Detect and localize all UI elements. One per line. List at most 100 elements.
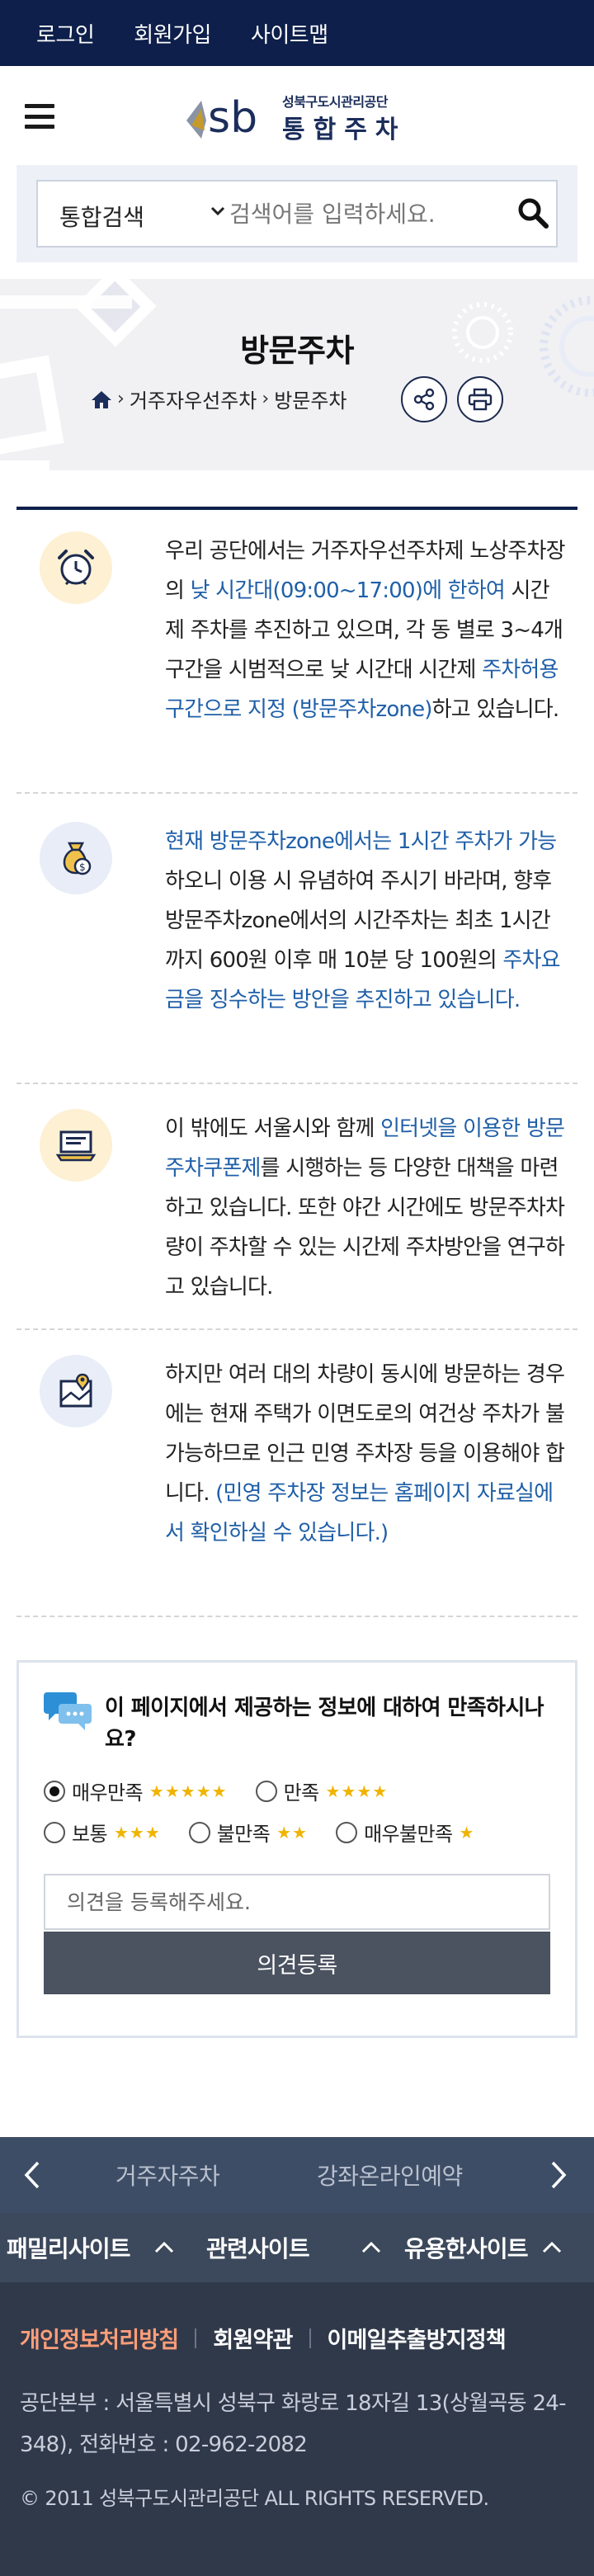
star-rating-icon: ★★★★★ [148,1781,228,1801]
radio-button[interactable] [44,1780,65,1802]
share-button[interactable] [401,376,447,422]
logo-org: 성북구도시관리공단 [282,94,388,110]
signup-link[interactable]: 회원가입 [134,18,211,49]
option-label: 매우불만족 [364,1823,453,1846]
chat-bubbles-icon [44,1692,92,1730]
footer-address: 공단본부 : 서울특별시 성북구 화랑로 18자길 13(상월곡동 24-348… [20,2391,567,2457]
option-very-satisfied[interactable]: 매우만족 ★★★★★ [44,1776,228,1805]
radio-button[interactable] [188,1821,210,1843]
info-item: 하지만 여러 대의 차량이 동시에 방문하는 경우에는 현재 주택가 이면도로의… [16,1330,578,1617]
star-rating-icon: ★★★★ [325,1781,389,1801]
search-box: 통합검색 [36,180,558,248]
page-banner: 방문주차 › 거주자우선주차 › 방문주차 [0,279,594,470]
footer-info: 개인정보처리방침 회원약관 이메일추출방지정책 공단본부 : 서울특별시 성북구… [0,2282,594,2576]
site-logo[interactable]: sb 성북구도시관리공단 통합주차 [183,87,414,145]
option-neutral[interactable]: 보통 ★★★ [44,1818,161,1847]
option-label: 불만족 [216,1823,271,1846]
nav-label: 유용한사이트 [404,2235,529,2262]
star-rating-icon: ★★ [276,1822,309,1842]
related-sites-toggle[interactable]: 관련사이트 [206,2231,382,2264]
breadcrumb: › 거주자우선주차 › 방문주차 [91,385,347,413]
survey-options-row: 매우만족 ★★★★★ 만족 ★★★★ [44,1776,388,1805]
footer-copyright: © 2011 성북구도시관리공단 ALL RIGHTS RESERVED. [20,2487,489,2510]
terms-link[interactable]: 회원약관 [213,2322,293,2354]
sitemap-link[interactable]: 사이트맵 [251,18,328,49]
logo-mark-icon: sb [186,93,257,142]
star-rating-icon: ★★★ [113,1822,161,1842]
survey-options-row: 보통 ★★★ 불만족 ★★ 매우불만족 ★ [44,1818,474,1847]
text-segment: 하오니 이용 시 유념하여 주시기 바라며, 향후 방문주차zone에서의 시간… [165,869,552,973]
info-text: 하지만 여러 대의 차량이 동시에 방문하는 경우에는 현재 주택가 이면도로의… [165,1355,568,1553]
page-title: 방문주차 [240,333,354,369]
survey-question: 이 페이지에서 제공하는 정보에 대하여 만족하시나요? [105,1696,544,1752]
option-satisfied[interactable]: 만족 ★★★★ [255,1776,389,1805]
alarm-clock-icon [40,531,112,604]
divider [309,2328,311,2348]
useful-sites-toggle[interactable]: 유용한사이트 [404,2231,563,2264]
radio-button[interactable] [255,1780,277,1802]
laptop-coupon-icon [40,1109,112,1182]
share-icon [413,388,435,411]
option-very-dissatisfied[interactable]: 매우불만족 ★ [336,1818,474,1847]
banner-decoration [0,279,594,470]
logo-mark-text: sb [208,93,257,142]
search-icon[interactable] [516,196,549,229]
chevron-up-icon [154,2241,173,2253]
print-button[interactable] [457,376,503,422]
text-segment: 이 밖에도 서울시와 함께 [165,1116,381,1141]
footer-site-nav: 패밀리사이트 관련사이트 유용한사이트 [0,2213,594,2282]
menu-icon[interactable] [25,104,54,129]
star-rating-icon: ★ [459,1822,475,1842]
highlight-text: 낮 시간대(09:00~17:00)에 한하여 [190,578,506,603]
breadcrumb-item[interactable]: 거주자우선주차 [130,385,257,413]
search-area: 통합검색 [16,165,578,262]
logo-name: 통합주차 [282,116,407,144]
svg-text:$: $ [79,861,86,873]
nav-label: 패밀리사이트 [7,2235,131,2262]
chevron-up-icon [361,2241,380,2253]
quick-link[interactable]: 강좌온라인예약 [317,2158,463,2191]
opinion-input[interactable] [44,1874,550,1930]
satisfaction-survey: 이 페이지에서 제공하는 정보에 대하여 만족하시나요? 매우만족 ★★★★★ … [16,1660,578,2038]
quick-link[interactable]: 거주자주차 [116,2158,220,2191]
email-policy-link[interactable]: 이메일추출방지정책 [328,2322,507,2354]
footer-quick-slider: 거주자주차 강좌온라인예약 [0,2137,594,2213]
map-pin-icon [40,1355,112,1427]
radio-button[interactable] [44,1821,65,1843]
option-label: 만족 [283,1781,320,1805]
highlight-text: (민영 주차장 정보는 홈페이지 자료실에서 확인하실 수 있습니다.) [165,1481,554,1545]
money-bag-icon: $ [40,822,112,894]
login-link[interactable]: 로그인 [36,18,95,49]
highlight-text: 현재 방문주차zone에서는 1시간 주차가 가능 [165,829,557,854]
info-text: 우리 공단에서는 거주자우선주차제 노상주차장의 낮 시간대(09:00~17:… [165,531,568,729]
chevron-left-icon[interactable] [23,2160,41,2190]
top-utility-bar: 로그인 회원가입 사이트맵 [0,0,594,66]
option-dissatisfied[interactable]: 불만족 ★★ [188,1818,309,1847]
footer-policy-links: 개인정보처리방침 회원약관 이메일추출방지정책 [20,2322,507,2354]
privacy-policy-link[interactable]: 개인정보처리방침 [20,2322,179,2354]
family-sites-toggle[interactable]: 패밀리사이트 [7,2231,175,2264]
site-header: sb 성북구도시관리공단 통합주차 [0,66,594,165]
search-scope-select[interactable]: 통합검색 [59,200,144,233]
search-input[interactable] [229,195,493,233]
printer-icon [468,388,493,411]
breadcrumb-separator: › [262,389,270,409]
info-text: 이 밖에도 서울시와 함께 인터넷을 이용한 방문주차쿠폰제를 시행하는 등 다… [165,1109,568,1307]
divider [195,2328,197,2348]
breadcrumb-separator: › [117,389,125,409]
info-item: 우리 공단에서는 거주자우선주차제 노상주차장의 낮 시간대(09:00~17:… [16,510,578,794]
chevron-right-icon[interactable] [549,2160,568,2190]
text-segment: 하고 있습니다. [431,697,559,722]
home-icon[interactable] [91,389,112,409]
info-item: 이 밖에도 서울시와 함께 인터넷을 이용한 방문주차쿠폰제를 시행하는 등 다… [16,1084,578,1330]
option-label: 매우만족 [72,1781,144,1805]
chevron-down-icon[interactable] [210,203,226,219]
chevron-up-icon [542,2241,561,2253]
info-item: $ 현재 방문주차zone에서는 1시간 주차가 가능하오니 이용 시 유념하여… [16,794,578,1084]
option-label: 보통 [72,1823,108,1846]
nav-label: 관련사이트 [206,2235,310,2262]
info-text: 현재 방문주차zone에서는 1시간 주차가 가능하오니 이용 시 유념하여 주… [165,822,568,1020]
radio-button[interactable] [336,1821,358,1843]
submit-opinion-button[interactable]: 의견등록 [44,1932,550,1994]
breadcrumb-item[interactable]: 방문주차 [274,385,346,413]
